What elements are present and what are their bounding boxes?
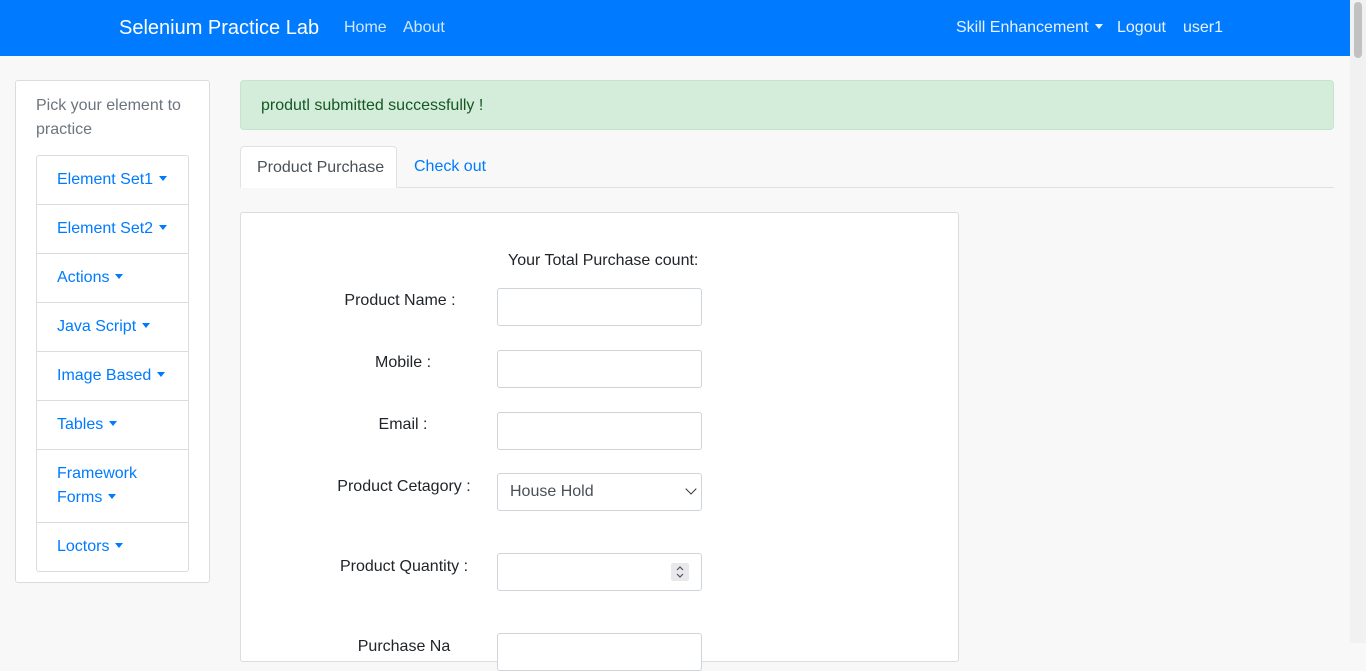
purchase-name-label: Purchase Na	[357, 638, 451, 655]
caret-down-icon	[1094, 24, 1103, 29]
nav-about-link[interactable]: About	[403, 19, 445, 37]
sidebar-item-label: Java Script	[57, 318, 137, 335]
sidebar-item-label: Element Set1	[57, 171, 154, 188]
mobile-label: Mobile :	[374, 354, 432, 371]
sidebar-item-label: Tables	[57, 416, 104, 433]
caret-down-icon	[142, 323, 151, 328]
brand-title[interactable]: Selenium Practice Lab	[119, 17, 319, 40]
sidebar-item-element-set1[interactable]: Element Set1	[37, 156, 188, 205]
product-quantity-label: Product Quantity :	[339, 558, 469, 575]
product-category-label: Product Cetagory :	[337, 478, 471, 495]
spin-down-icon[interactable]	[676, 572, 684, 580]
tab-product-purchase[interactable]: Product Purchase	[240, 146, 397, 188]
sidebar-item-label: Actions	[57, 269, 110, 286]
purchase-name-input[interactable]	[497, 633, 702, 671]
page-scrollbar[interactable]	[1350, 0, 1366, 643]
purchase-form-card: Your Total Purchase count: Product Name …	[240, 212, 959, 671]
sidebar-item-java-script[interactable]: Java Script	[37, 303, 188, 352]
sidebar-item-actions[interactable]: Actions	[37, 254, 188, 303]
user-link[interactable]: user1	[1183, 19, 1223, 37]
spin-up-icon[interactable]	[676, 564, 684, 572]
mobile-input[interactable]	[497, 350, 702, 388]
sidebar-item-loctors[interactable]: Loctors	[37, 523, 188, 571]
caret-down-icon	[159, 176, 168, 181]
product-category-selected: House Hold	[510, 483, 594, 500]
skill-enhancement-label: Skill Enhancement	[956, 19, 1089, 36]
sidebar-item-label: Element Set2	[57, 220, 154, 237]
skill-enhancement-dropdown[interactable]: Skill Enhancement	[956, 19, 1103, 37]
email-input[interactable]	[497, 412, 702, 450]
nav-home-link[interactable]: Home	[344, 19, 387, 37]
sidebar-menu: Element Set1 Element Set2 Actions Java S…	[36, 155, 189, 572]
product-name-input[interactable]	[497, 288, 702, 326]
sidebar-item-image-based[interactable]: Image Based	[37, 352, 188, 401]
scrollbar-thumb[interactable]	[1354, 2, 1362, 58]
sidebar-item-label: Image Based	[57, 367, 152, 384]
sidebar-item-label: Framework Forms	[57, 465, 138, 506]
caret-down-icon	[115, 274, 124, 279]
quantity-spinner[interactable]	[671, 563, 689, 581]
sidebar-title: Pick your element to practice	[36, 97, 181, 138]
email-label: Email :	[378, 416, 428, 433]
logout-link[interactable]: Logout	[1117, 19, 1166, 37]
caret-down-icon	[157, 372, 166, 377]
top-navbar: Selenium Practice Lab Home About Skill E…	[0, 0, 1350, 56]
chevron-down-icon	[685, 483, 697, 495]
product-category-select[interactable]: House Hold	[497, 473, 702, 511]
sidebar: Pick your element to practice Element Se…	[15, 80, 210, 583]
sidebar-item-tables[interactable]: Tables	[37, 401, 188, 450]
caret-down-icon	[109, 421, 118, 426]
caret-down-icon	[108, 494, 117, 499]
tab-check-out[interactable]: Check out	[398, 146, 502, 188]
caret-down-icon	[115, 543, 124, 548]
product-quantity-input[interactable]	[497, 553, 702, 591]
sidebar-item-element-set2[interactable]: Element Set2	[37, 205, 188, 254]
total-purchase-count-label: Your Total Purchase count:	[508, 252, 699, 269]
success-alert: produtl submitted successfully !	[240, 80, 1334, 130]
caret-down-icon	[159, 225, 168, 230]
sidebar-item-label: Loctors	[57, 538, 110, 555]
sidebar-item-framework-forms[interactable]: Framework Forms	[37, 450, 188, 523]
product-name-label: Product Name :	[344, 292, 456, 309]
